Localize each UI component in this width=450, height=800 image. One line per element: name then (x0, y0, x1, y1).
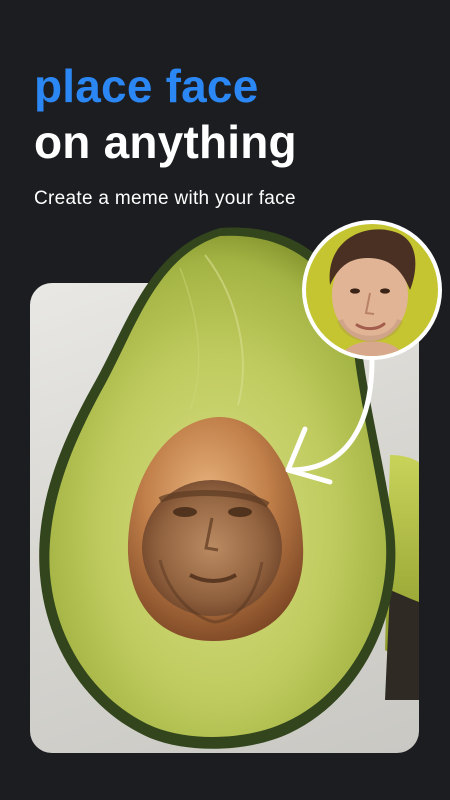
avocado-illustration (39, 220, 442, 749)
